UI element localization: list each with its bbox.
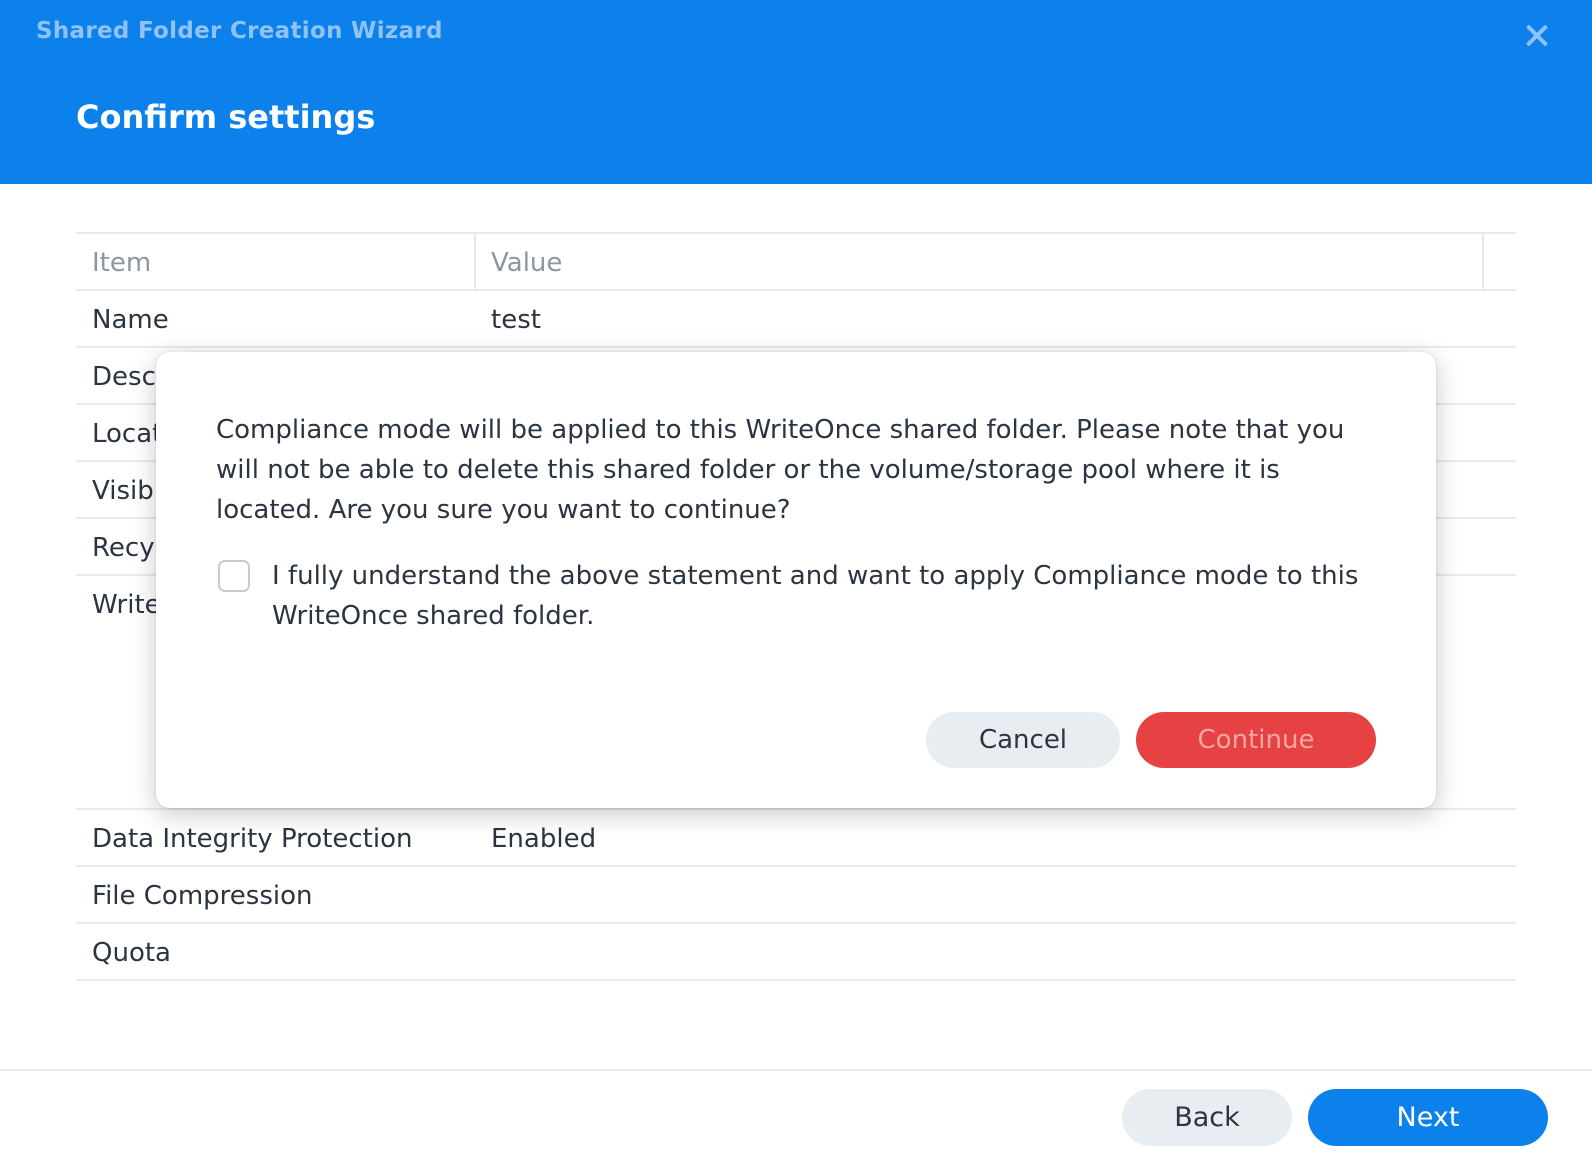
window-title: Shared Folder Creation Wizard (36, 18, 443, 44)
row-item-label: Locat (92, 419, 163, 449)
table-row: Name test (76, 291, 1516, 348)
column-divider[interactable] (474, 234, 476, 291)
row-item-value: test (491, 305, 541, 335)
cancel-button[interactable]: Cancel (926, 712, 1120, 768)
row-item-label: Quota (92, 938, 171, 968)
back-button[interactable]: Back (1122, 1089, 1292, 1146)
row-item-label: Name (92, 305, 169, 335)
table-header-row: Item Value (76, 234, 1516, 291)
dialog-message: Compliance mode will be applied to this … (216, 415, 1345, 525)
row-item-label: File Compression (92, 881, 313, 911)
wizard-header: Shared Folder Creation Wizard Confirm se… (0, 0, 1592, 184)
row-item-label: Data Integrity Protection (92, 824, 413, 854)
continue-button[interactable]: Continue (1136, 712, 1376, 768)
acknowledge-checkbox-label[interactable]: I fully understand the above statement a… (272, 556, 1392, 636)
column-divider[interactable] (1482, 234, 1484, 291)
compliance-dialog: Compliance mode will be applied to this … (156, 352, 1436, 808)
next-button[interactable]: Next (1308, 1089, 1548, 1146)
row-item-label: Write (92, 590, 161, 620)
column-header-item: Item (92, 248, 152, 278)
acknowledge-checkbox[interactable] (218, 560, 250, 592)
row-item-label: Visibl (92, 476, 161, 506)
table-row: Data Integrity Protection Enabled (76, 810, 1516, 867)
table-row: File Compression (76, 867, 1516, 924)
page-title: Confirm settings (76, 98, 376, 136)
wizard-window: Shared Folder Creation Wizard Confirm se… (0, 0, 1592, 1158)
row-item-label: Desc (92, 362, 156, 392)
row-item-value: Enabled (491, 824, 597, 854)
column-header-value: Value (491, 248, 563, 278)
footer-divider (0, 1069, 1592, 1071)
close-icon[interactable] (1522, 20, 1552, 50)
table-row: Quota (76, 924, 1516, 981)
